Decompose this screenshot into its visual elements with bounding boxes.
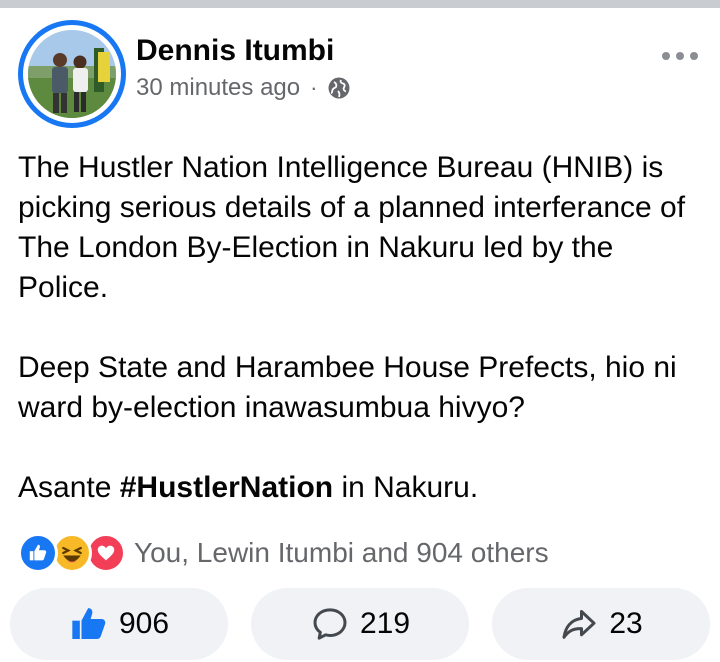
share-button[interactable]: 23 (492, 588, 710, 660)
post-meta: 30 minutes ago · (136, 74, 351, 102)
text-fragment: Asante (18, 471, 120, 504)
post-paragraph: Asante #HustlerNation in Nakuru. (18, 468, 708, 508)
reaction-icons (18, 533, 130, 573)
post-header: Dennis Itumbi 30 minutes ago · (18, 20, 708, 130)
like-count: 906 (118, 607, 170, 640)
story-ring[interactable] (18, 20, 126, 128)
post-timestamp[interactable]: 30 minutes ago (136, 74, 300, 102)
share-count: 23 (609, 607, 643, 640)
post-paragraph: The Hustler Nation Intelligence Bureau (… (18, 151, 686, 304)
avatar-photo (28, 30, 116, 118)
reactions-summary[interactable]: You, Lewin Itumbi and 904 others (134, 537, 549, 569)
like-reaction-icon (18, 533, 58, 573)
reactions-bar[interactable]: You, Lewin Itumbi and 904 others (18, 532, 549, 574)
more-dot-icon (662, 52, 670, 60)
hashtag-link[interactable]: #HustlerNation (120, 471, 333, 504)
haha-reaction-icon (52, 533, 92, 573)
avatar[interactable] (28, 30, 116, 118)
comment-count: 219 (359, 607, 411, 640)
more-dot-icon (676, 52, 684, 60)
share-icon (562, 610, 596, 639)
meta-separator: · (310, 75, 318, 100)
author-name[interactable]: Dennis Itumbi (136, 34, 334, 68)
comment-icon (313, 608, 347, 640)
comment-button[interactable]: 219 (251, 588, 469, 660)
love-reaction-icon (86, 533, 126, 573)
post-text: The Hustler Nation Intelligence Bureau (… (18, 148, 708, 508)
thumbs-up-icon (72, 608, 106, 639)
more-options-button[interactable] (658, 42, 702, 70)
globe-icon (328, 77, 350, 99)
post-actions: 906 219 23 (10, 588, 710, 660)
post-paragraph: Deep State and Harambee House Prefects, … (18, 351, 677, 424)
text-fragment: in Nakuru. (333, 471, 479, 504)
more-dot-icon (690, 52, 698, 60)
like-button[interactable]: 906 (10, 588, 228, 660)
top-divider (0, 0, 720, 8)
